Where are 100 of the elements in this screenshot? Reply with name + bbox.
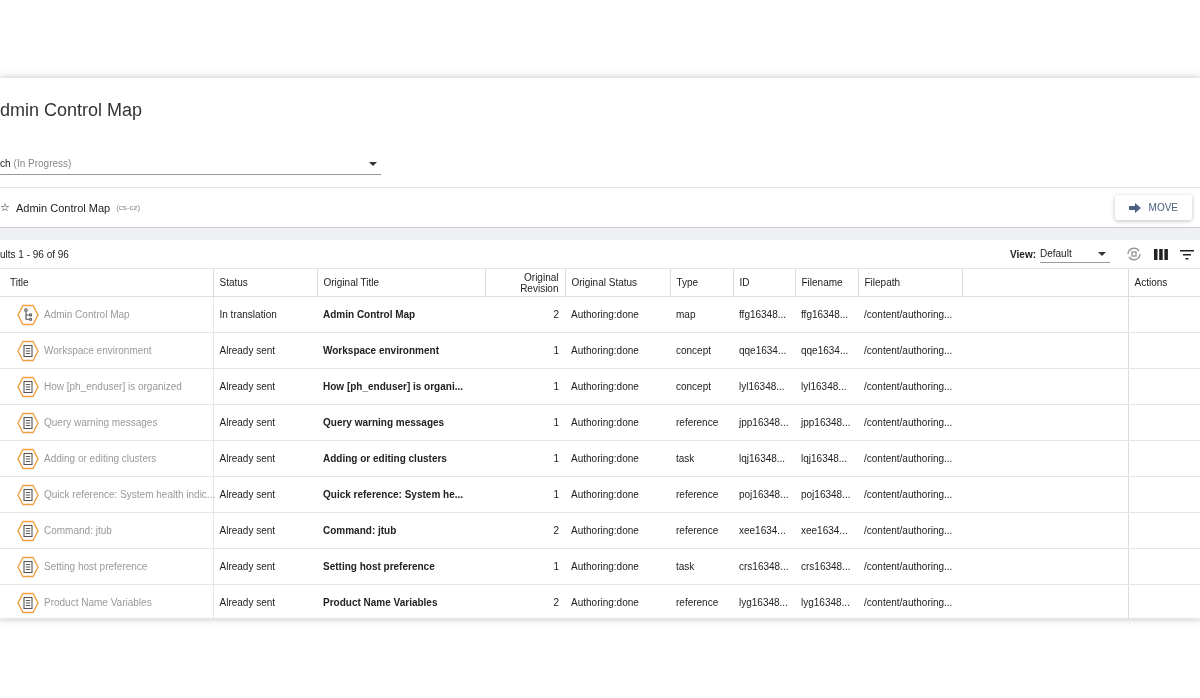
table-cell: Already sent [213, 440, 317, 477]
table-cell: concept [670, 368, 733, 405]
document-hexagon-icon [16, 446, 40, 471]
table-cell: lqj16348... [795, 440, 858, 477]
column-header[interactable]: Title [0, 269, 213, 297]
table-cell: Query warning messages [317, 404, 485, 441]
table-cell: 2 [485, 296, 565, 333]
table-cell: Admin Control Map [317, 296, 485, 333]
table-cell: /content/authoring... [858, 404, 962, 441]
filter-icon[interactable] [1180, 248, 1194, 260]
table-cell: /content/authoring... [858, 368, 962, 405]
column-header[interactable]: Filename [795, 269, 858, 297]
view-label: View: [1010, 248, 1036, 260]
view-dropdown[interactable]: Default [1040, 245, 1110, 263]
results-count: ults 1 - 96 of 96 [0, 248, 70, 260]
table-cell: crs16348... [733, 548, 795, 585]
table-cell: Authoring:done [565, 440, 670, 477]
table-cell: In translation [213, 296, 317, 333]
table-cell: Adding or editing clusters [317, 440, 485, 477]
dropdown-caret-icon [369, 161, 377, 166]
document-hexagon-icon [16, 338, 40, 363]
table-cell: /content/authoring... [858, 332, 962, 369]
document-hexagon-icon [16, 554, 40, 579]
table-cell: reference [670, 584, 733, 621]
table-cell: Authoring:done [565, 512, 670, 549]
table-cell: /content/authoring... [858, 440, 962, 477]
map-hexagon-icon [16, 302, 40, 327]
table-cell: Command: jtub [317, 512, 485, 549]
table-cell: Authoring:done [565, 404, 670, 441]
table-cell: /content/authoring... [858, 512, 962, 549]
document-hexagon-icon [16, 482, 40, 507]
table-cell: lyg16348... [795, 584, 858, 621]
table-cell: Already sent [213, 584, 317, 621]
table-cell: Product Name Variables [317, 584, 485, 621]
table-cell: xee1634... [795, 512, 858, 549]
table-cell: 1 [485, 404, 565, 441]
table-cell: 1 [485, 332, 565, 369]
document-hexagon-icon [16, 374, 40, 399]
table-cell: concept [670, 332, 733, 369]
columns-icon[interactable] [1154, 248, 1168, 260]
column-header[interactable]: Original Revision [485, 269, 565, 297]
table-cell: lyl16348... [733, 368, 795, 405]
table-cell: Workspace environment [317, 332, 485, 369]
arrow-right-icon [1128, 202, 1141, 213]
table-cell: Already sent [213, 332, 317, 369]
table-cell: Authoring:done [565, 584, 670, 621]
table-cell: qqe1634... [733, 332, 795, 369]
document-hexagon-icon [16, 590, 40, 615]
table-cell: qqe1634... [795, 332, 858, 369]
star-icon[interactable]: ☆ [0, 201, 10, 214]
table-cell: /content/authoring... [858, 548, 962, 585]
column-header[interactable]: Filepath [858, 269, 962, 297]
document-hexagon-icon [16, 410, 40, 435]
table-cell: poj16348... [733, 476, 795, 513]
table-cell: ffg16348... [795, 296, 858, 333]
table-cell: lqj16348... [733, 440, 795, 477]
table-cell: Already sent [213, 404, 317, 441]
table-cell: Already sent [213, 512, 317, 549]
column-header[interactable]: Status [213, 269, 317, 297]
table-cell: 2 [485, 584, 565, 621]
table-cell: 1 [485, 440, 565, 477]
table-cell: /content/authoring... [858, 584, 962, 621]
table-cell: jpp16348... [795, 404, 858, 441]
branch-dropdown[interactable]: ch (In Progress) [0, 153, 381, 175]
table-cell: Authoring:done [565, 332, 670, 369]
table-cell: map [670, 296, 733, 333]
table-cell: Setting host preference [317, 548, 485, 585]
table-cell: reference [670, 404, 733, 441]
dropdown-caret-icon [1098, 251, 1106, 256]
table-cell: Quick reference: System he... [317, 476, 485, 513]
table-cell: 1 [485, 476, 565, 513]
table-cell: lyl16348... [795, 368, 858, 405]
column-header[interactable]: Original Title [317, 269, 485, 297]
table-cell: Already sent [213, 548, 317, 585]
document-hexagon-icon [16, 518, 40, 543]
table-cell: /content/authoring... [858, 476, 962, 513]
table-cell: 1 [485, 368, 565, 405]
move-button[interactable]: MOVE [1114, 195, 1192, 220]
table-cell: Authoring:done [565, 548, 670, 585]
column-header[interactable]: Original Status [565, 269, 670, 297]
column-header[interactable]: Actions [1128, 269, 1200, 297]
language-code: (cs-cz) [116, 203, 142, 212]
table-cell: task [670, 440, 733, 477]
sync-icon[interactable] [1126, 247, 1142, 261]
column-header[interactable]: ID [733, 269, 795, 297]
column-header[interactable]: Type [670, 269, 733, 297]
table-cell: /content/authoring... [858, 296, 962, 333]
table-cell: crs16348... [795, 548, 858, 585]
table-cell: 2 [485, 512, 565, 549]
table-cell: Authoring:done [565, 296, 670, 333]
table-cell: Already sent [213, 368, 317, 405]
table-cell: Authoring:done [565, 368, 670, 405]
table-cell: 1 [485, 548, 565, 585]
table-cell: reference [670, 512, 733, 549]
table-cell: ffg16348... [733, 296, 795, 333]
map-title: Admin Control Map [16, 201, 111, 214]
table-cell: poj16348... [795, 476, 858, 513]
table-cell: xee1634... [733, 512, 795, 549]
page-title: dmin Control Map [0, 99, 144, 122]
table-cell: How [ph_enduser] is organi... [317, 368, 485, 405]
